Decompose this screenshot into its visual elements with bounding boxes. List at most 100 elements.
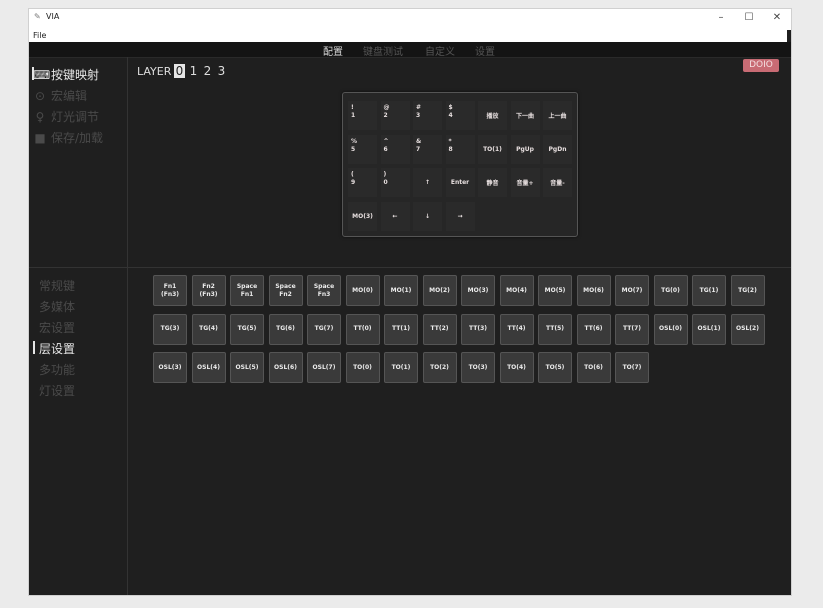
keycode-button[interactable]: TG(0) bbox=[653, 275, 688, 306]
keyboard-key[interactable]: 播放 bbox=[478, 101, 507, 130]
keycode-button[interactable]: TT(2) bbox=[422, 313, 457, 345]
sidebar-item-keymap[interactable]: ⌨按键映射 bbox=[32, 66, 100, 83]
keyboard-key[interactable]: PgUp bbox=[510, 134, 540, 164]
keycode-button[interactable]: TT(3) bbox=[461, 313, 495, 345]
keycode-button[interactable]: OSL(4) bbox=[191, 352, 226, 383]
keycode-label: TT(4) bbox=[507, 325, 526, 332]
keycode-button[interactable]: MO(3) bbox=[461, 275, 495, 306]
keyboard-key[interactable]: 音量- bbox=[543, 168, 572, 197]
keycode-button[interactable]: MO(2) bbox=[422, 275, 457, 306]
keycode-button[interactable]: MO(7) bbox=[615, 275, 649, 306]
keyboard-key[interactable]: TO(1) bbox=[478, 134, 507, 164]
keyboard-key[interactable]: → bbox=[445, 201, 475, 231]
keycode-button[interactable]: Space Fn3 bbox=[307, 275, 341, 306]
keycode-button[interactable]: MO(0) bbox=[345, 275, 380, 306]
layer-1-button[interactable]: 1 bbox=[188, 64, 199, 78]
keycode-button[interactable]: TG(6) bbox=[268, 313, 303, 345]
category-layers[interactable]: 层设置 bbox=[33, 340, 75, 357]
category-media[interactable]: 多媒体 bbox=[39, 298, 75, 315]
keycode-button[interactable]: TO(2) bbox=[422, 352, 457, 383]
keycode-button[interactable]: TO(1) bbox=[384, 352, 418, 383]
keyboard-icon: ⌨ bbox=[33, 68, 51, 82]
keycode-button[interactable]: Space Fn1 bbox=[230, 275, 264, 306]
keycode-button[interactable]: TT(0) bbox=[345, 313, 380, 345]
keyboard-key[interactable]: ) 0 bbox=[380, 168, 410, 197]
keycode-button[interactable]: TT(1) bbox=[384, 313, 418, 345]
keycode-button[interactable]: OSL(6) bbox=[268, 352, 303, 383]
minimize-button[interactable]: – bbox=[711, 12, 731, 24]
keycode-button[interactable]: TO(0) bbox=[345, 352, 380, 383]
maximize-button[interactable]: ☐ bbox=[739, 12, 759, 24]
keyboard-key[interactable]: ! 1 bbox=[348, 101, 377, 130]
keyboard-key[interactable]: 上一曲 bbox=[543, 101, 572, 130]
keyboard-key[interactable]: ← bbox=[380, 201, 410, 231]
keycode-button[interactable]: Space Fn2 bbox=[268, 275, 303, 306]
keyboard-key[interactable]: 静音 bbox=[478, 168, 507, 197]
keyboard-key[interactable]: $4 bbox=[445, 101, 475, 130]
keyboard-key[interactable]: 下一曲 bbox=[510, 101, 540, 130]
keyboard-key[interactable]: #3 bbox=[413, 101, 442, 130]
keyboard-key[interactable]: * 8 bbox=[445, 134, 475, 164]
category-special[interactable]: 多功能 bbox=[39, 361, 75, 378]
keycode-button[interactable]: MO(1) bbox=[384, 275, 418, 306]
keycode-button[interactable]: OSL(7) bbox=[307, 352, 341, 383]
category-macro[interactable]: 宏设置 bbox=[39, 319, 75, 336]
keycode-button[interactable]: OSL(0) bbox=[653, 313, 688, 345]
sidebar-item-label: 按键映射 bbox=[51, 68, 100, 82]
tab-configure[interactable]: 配置 bbox=[323, 43, 343, 58]
keycode-button[interactable]: TT(6) bbox=[576, 313, 611, 345]
keycode-button[interactable]: TT(5) bbox=[538, 313, 572, 345]
keycode-button[interactable]: MO(6) bbox=[576, 275, 611, 306]
tab-key-tester[interactable]: 键盘测试 bbox=[363, 43, 403, 58]
keycode-button[interactable]: TO(6) bbox=[576, 352, 611, 383]
keyboard-key[interactable]: % 5 bbox=[348, 134, 377, 164]
keyboard-key[interactable]: ↑ bbox=[413, 168, 442, 197]
keycode-button[interactable]: TG(2) bbox=[730, 275, 765, 306]
keyboard-key[interactable]: ↓ bbox=[413, 201, 442, 231]
keycode-button[interactable]: Fn2 (Fn3) bbox=[191, 275, 226, 306]
keycode-button[interactable]: MO(5) bbox=[538, 275, 572, 306]
keycode-button[interactable]: TO(5) bbox=[538, 352, 572, 383]
keycode-button[interactable]: TO(7) bbox=[615, 352, 649, 383]
keycode-button[interactable]: OSL(5) bbox=[230, 352, 264, 383]
key-legend: 静音 bbox=[486, 180, 499, 187]
keyboard-key[interactable]: PgDn bbox=[543, 134, 572, 164]
keycode-button[interactable]: TG(3) bbox=[153, 313, 187, 345]
keycode-label: Fn1 bbox=[240, 290, 254, 298]
layer-3-button[interactable]: 3 bbox=[216, 64, 227, 78]
category-lights[interactable]: 灯设置 bbox=[39, 382, 75, 399]
tab-customize[interactable]: 自定义 bbox=[425, 43, 455, 58]
close-button[interactable]: ✕ bbox=[767, 12, 787, 24]
keycode-button[interactable]: MO(4) bbox=[499, 275, 534, 306]
keyboard-key[interactable]: Enter bbox=[445, 168, 475, 197]
tab-settings[interactable]: 设置 bbox=[475, 43, 495, 58]
keycode-button[interactable]: Fn1 (Fn3) bbox=[153, 275, 187, 306]
key-legend: ↓ bbox=[424, 212, 431, 220]
keycode-button[interactable]: TO(3) bbox=[461, 352, 495, 383]
keycode-button[interactable]: OSL(1) bbox=[692, 313, 726, 345]
keycode-button[interactable]: TO(4) bbox=[499, 352, 534, 383]
layer-2-button[interactable]: 2 bbox=[202, 64, 213, 78]
keyboard-key[interactable]: & 7 bbox=[413, 134, 442, 164]
active-indicator bbox=[33, 341, 35, 354]
keycode-button[interactable]: TG(1) bbox=[692, 275, 726, 306]
keycode-button[interactable]: TG(7) bbox=[307, 313, 341, 345]
keycode-button[interactable]: TG(4) bbox=[191, 313, 226, 345]
sidebar-item-save-load[interactable]: ■ 保存/加载 bbox=[33, 129, 103, 146]
sidebar-item-lighting[interactable]: ♀ 灯光调节 bbox=[33, 108, 99, 125]
keycode-button[interactable]: OSL(3) bbox=[153, 352, 187, 383]
keyboard-key[interactable]: 音量+ bbox=[510, 168, 540, 197]
keyboard-key[interactable]: ^ 6 bbox=[380, 134, 410, 164]
keyboard-key[interactable]: @2 bbox=[380, 101, 410, 130]
category-basic[interactable]: 常规键 bbox=[39, 277, 75, 294]
layer-0-button[interactable]: 0 bbox=[174, 64, 185, 78]
keyboard-key[interactable]: MO(3) bbox=[348, 201, 377, 231]
keycode-label: TT(5) bbox=[546, 325, 564, 332]
keycode-button[interactable]: TG(5) bbox=[230, 313, 264, 345]
keycode-button[interactable]: OSL(2) bbox=[730, 313, 765, 345]
keycode-button[interactable]: TT(4) bbox=[499, 313, 534, 345]
keycode-button[interactable]: TT(7) bbox=[615, 313, 649, 345]
keyboard-key[interactable]: (9 bbox=[348, 168, 377, 197]
sidebar-item-macro[interactable]: ⊙ 宏编辑 bbox=[33, 87, 87, 104]
menu-file[interactable]: File bbox=[33, 31, 46, 40]
